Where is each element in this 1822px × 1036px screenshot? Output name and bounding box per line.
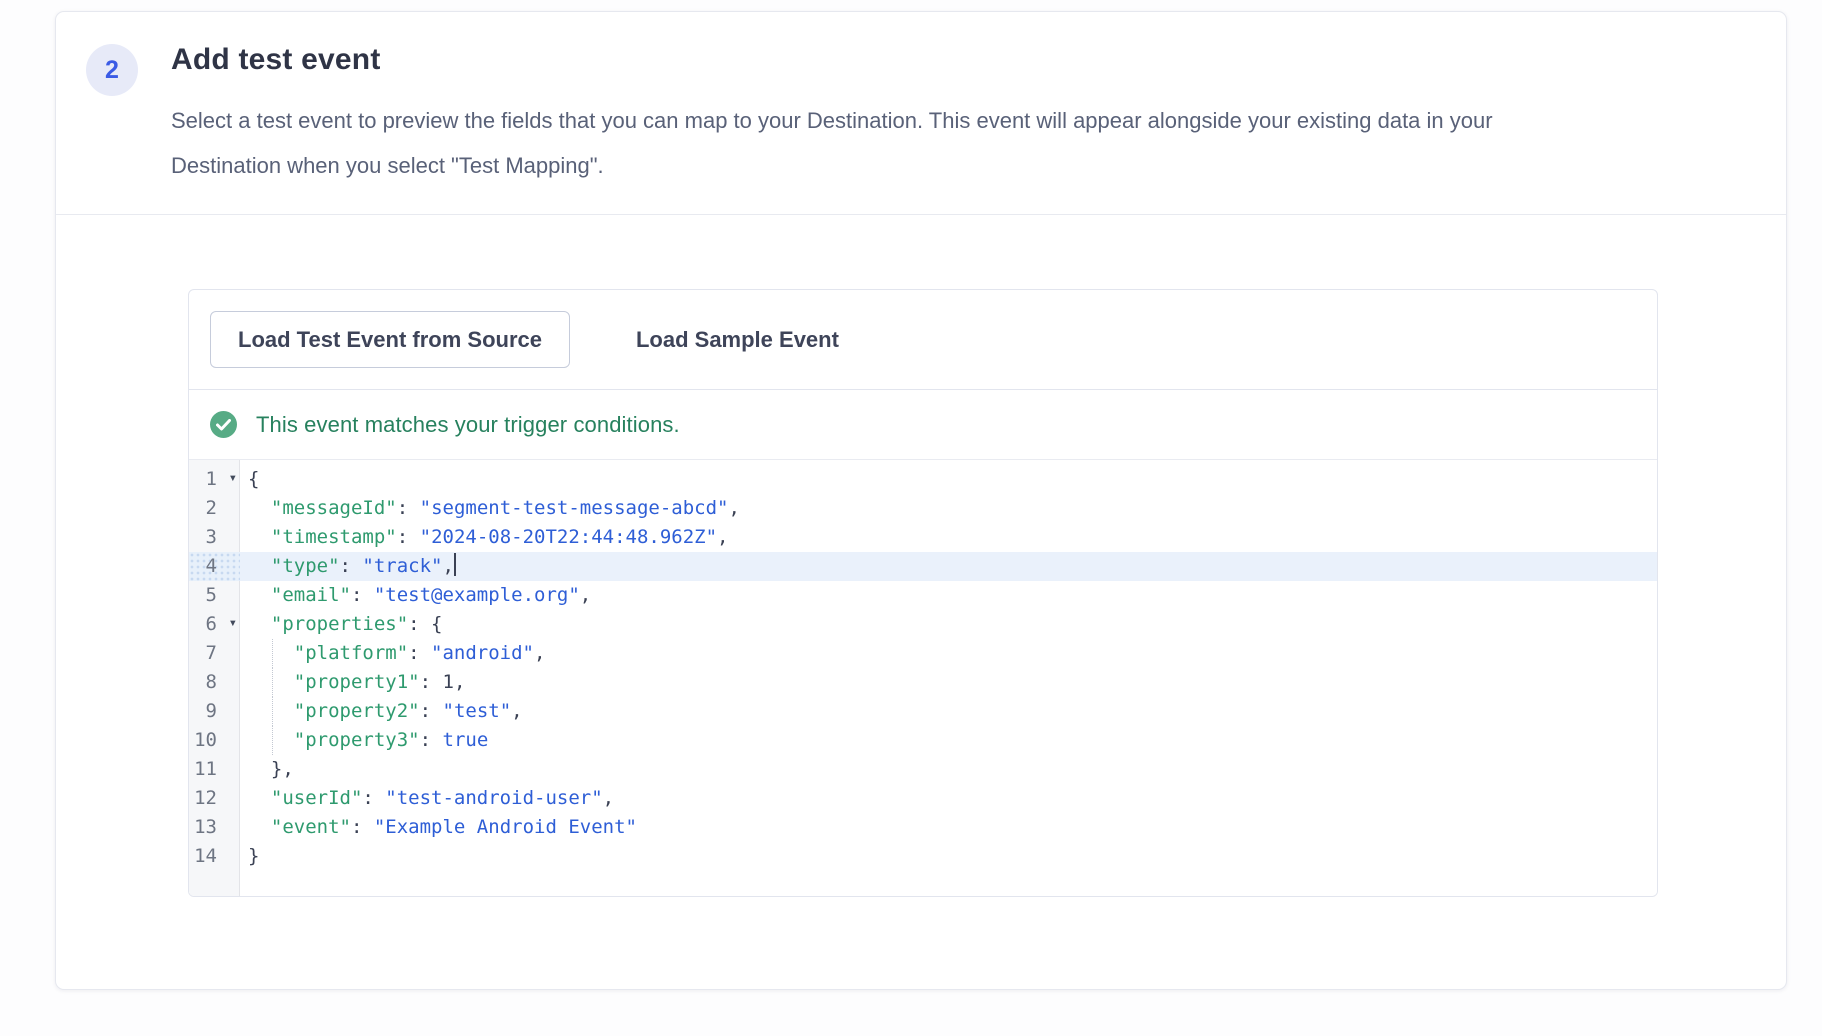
line-number: 7 <box>189 639 240 668</box>
load-sample-event-button[interactable]: Load Sample Event <box>628 311 847 368</box>
step-content: Load Test Event from Source Load Sample … <box>56 215 1786 897</box>
line-number: 6▾ <box>189 610 240 639</box>
line-number: 12 <box>189 784 240 813</box>
event-source-toolbar: Load Test Event from Source Load Sample … <box>189 290 1657 390</box>
code-line[interactable]: 9 "property2": "test", <box>189 697 1657 726</box>
json-editor[interactable]: 1▾{2 "messageId": "segment-test-message-… <box>189 460 1657 896</box>
line-number: 4 <box>189 552 240 581</box>
code-text: "userId": "test-android-user", <box>240 784 1657 813</box>
code-text: "event": "Example Android Event" <box>240 813 1657 842</box>
code-line[interactable]: 13 "event": "Example Android Event" <box>189 813 1657 842</box>
line-number: 3 <box>189 523 240 552</box>
step-number: 2 <box>105 56 119 85</box>
code-line[interactable]: 10 "property3": true <box>189 726 1657 755</box>
line-number: 2 <box>189 494 240 523</box>
text-cursor <box>454 553 456 576</box>
step-description-line-2: Destination when you select "Test Mappin… <box>171 143 1493 188</box>
step-header-text: Add test event Select a test event to pr… <box>171 40 1493 188</box>
code-text: } <box>240 842 1657 871</box>
step-description: Select a test event to preview the field… <box>171 98 1493 188</box>
line-number: 11 <box>189 755 240 784</box>
code-line[interactable]: 8 "property1": 1, <box>189 668 1657 697</box>
code-text: "property2": "test", <box>240 697 1657 726</box>
step-header: 2 Add test event Select a test event to … <box>56 12 1786 215</box>
line-number: 9 <box>189 697 240 726</box>
step-number-badge: 2 <box>86 44 138 96</box>
code-line[interactable]: 4 "type": "track", <box>189 552 1657 581</box>
test-event-panel: Load Test Event from Source Load Sample … <box>188 289 1658 897</box>
code-line[interactable]: 5 "email": "test@example.org", <box>189 581 1657 610</box>
code-line[interactable]: 11 }, <box>189 755 1657 784</box>
page-title: Add test event <box>171 40 1493 80</box>
check-circle-icon <box>210 411 237 438</box>
fold-toggle-icon[interactable]: ▾ <box>229 609 237 638</box>
line-number: 13 <box>189 813 240 842</box>
code-line[interactable]: 3 "timestamp": "2024-08-20T22:44:48.962Z… <box>189 523 1657 552</box>
line-number: 8 <box>189 668 240 697</box>
code-line[interactable]: 2 "messageId": "segment-test-message-abc… <box>189 494 1657 523</box>
code-text: { <box>240 465 1657 494</box>
code-line[interactable]: 14} <box>189 842 1657 871</box>
code-text: "property1": 1, <box>240 668 1657 697</box>
code-text: "email": "test@example.org", <box>240 581 1657 610</box>
code-line[interactable]: 7 "platform": "android", <box>189 639 1657 668</box>
code-text: "property3": true <box>240 726 1657 755</box>
code-line[interactable]: 6▾ "properties": { <box>189 610 1657 639</box>
step-description-line-1: Select a test event to preview the field… <box>171 98 1493 143</box>
load-test-event-button[interactable]: Load Test Event from Source <box>210 311 570 368</box>
code-text: "properties": { <box>240 610 1657 639</box>
code-text: "platform": "android", <box>240 639 1657 668</box>
status-message: This event matches your trigger conditio… <box>256 412 680 438</box>
code-line[interactable]: 1▾{ <box>189 465 1657 494</box>
add-test-event-card: 2 Add test event Select a test event to … <box>55 11 1787 990</box>
line-number: 10 <box>189 726 240 755</box>
line-number: 5 <box>189 581 240 610</box>
code-text: "timestamp": "2024-08-20T22:44:48.962Z", <box>240 523 1657 552</box>
fold-toggle-icon[interactable]: ▾ <box>229 464 237 493</box>
line-number: 14 <box>189 842 240 871</box>
code-text: "type": "track", <box>240 552 1657 581</box>
code-text: }, <box>240 755 1657 784</box>
line-number: 1▾ <box>189 465 240 494</box>
code-text: "messageId": "segment-test-message-abcd"… <box>240 494 1657 523</box>
code-line[interactable]: 12 "userId": "test-android-user", <box>189 784 1657 813</box>
trigger-match-status: This event matches your trigger conditio… <box>189 390 1657 460</box>
